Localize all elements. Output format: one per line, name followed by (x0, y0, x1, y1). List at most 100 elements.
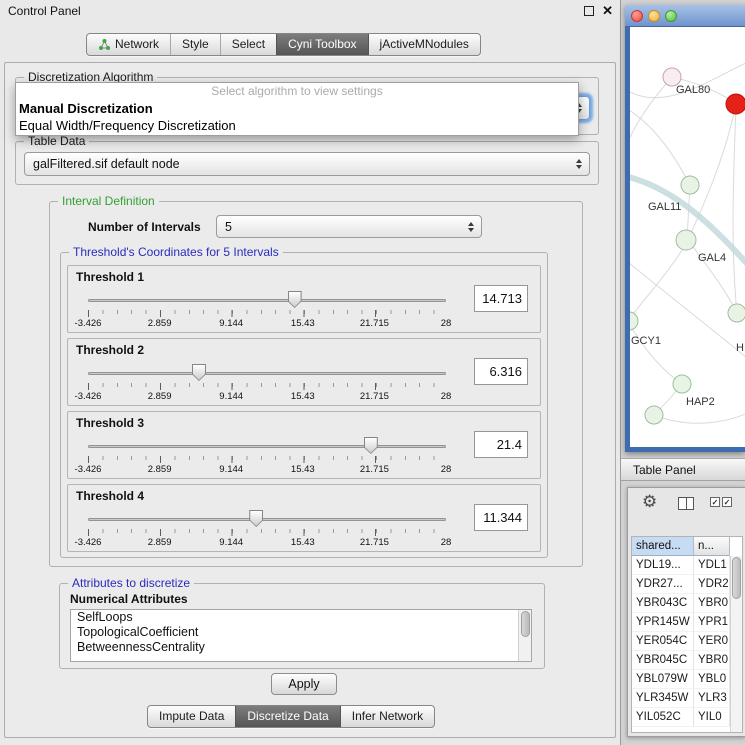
node-table: shared... n... YDL19...YDL1YDR27...YDR2Y… (631, 536, 743, 733)
slider-scale: -3.4262.8599.14415.4321.71528 (88, 318, 446, 330)
scale-label: 28 (441, 537, 452, 548)
table-toolbar: ⚙ ✓✓ (628, 488, 745, 532)
slider-track (88, 372, 446, 375)
table-row[interactable]: YBR045CYBR0 (632, 651, 730, 670)
network-node[interactable] (630, 312, 638, 330)
attributes-group: Attributes to discretize Numerical Attri… (59, 583, 545, 669)
tab-impute-data[interactable]: Impute Data (148, 706, 235, 727)
network-node[interactable] (676, 230, 696, 250)
tab-cyni-toolbox[interactable]: Cyni Toolbox (276, 34, 367, 55)
columns-icon[interactable] (678, 497, 694, 510)
threshold-value-field[interactable]: 21.4 (474, 431, 528, 458)
list-item[interactable]: BetweennessCentrality (71, 640, 531, 655)
popup-item[interactable]: Manual Discretization (16, 100, 578, 117)
panel-title: Control Panel (8, 4, 81, 18)
network-node[interactable] (645, 406, 663, 424)
network-window-titlebar[interactable] (625, 5, 745, 27)
table-cell: YBR0 (694, 651, 730, 670)
scrollbar-thumb[interactable] (732, 557, 741, 599)
zoom-button[interactable] (665, 10, 677, 22)
slider-scale: -3.4262.8599.14415.4321.71528 (88, 391, 446, 403)
threshold-value-field[interactable]: 14.713 (474, 285, 528, 312)
bottom-tab-bar: Impute Data Discretize Data Infer Networ… (147, 705, 435, 728)
table-row[interactable]: YBR043CYBR0 (632, 594, 730, 613)
close-panel-icon[interactable]: ✕ (602, 3, 613, 19)
table-cell: YLR345W (632, 689, 694, 708)
network-icon (98, 38, 111, 51)
tab-select[interactable]: Select (220, 34, 276, 55)
apply-button[interactable]: Apply (271, 673, 337, 695)
table-row[interactable]: YIL052CYIL0 (632, 708, 730, 727)
table-row[interactable]: YDL19...YDL1 (632, 556, 730, 575)
threshold-slider[interactable]: -3.4262.8599.14415.4321.71528 (88, 509, 446, 551)
slider-ticks (88, 456, 446, 463)
close-button[interactable] (631, 10, 643, 22)
minimize-button[interactable] (648, 10, 660, 22)
slider-thumb[interactable] (288, 291, 302, 308)
table-cell: YDL19... (632, 556, 694, 575)
popup-items: Manual DiscretizationEqual Width/Frequen… (16, 100, 578, 134)
select-columns-icon[interactable]: ✓✓ (710, 497, 732, 507)
scale-label: 28 (441, 391, 452, 402)
network-node[interactable] (681, 176, 699, 194)
table-data-combobox[interactable]: galFiltered.sif default node (24, 152, 590, 176)
table-scrollbar[interactable] (730, 556, 742, 732)
float-window-icon[interactable] (584, 6, 594, 16)
numerical-attributes-list[interactable]: SelfLoopsTopologicalCoefficientBetweenne… (70, 609, 532, 662)
gear-icon[interactable]: ⚙ (642, 492, 657, 512)
list-item[interactable]: TopologicalCoefficient (71, 625, 531, 640)
list-item[interactable]: SelfLoops (71, 610, 531, 625)
popup-placeholder: Select algorithm to view settings (16, 83, 578, 100)
slider-thumb[interactable] (192, 364, 206, 381)
threshold-row: Threshold 3-3.4262.8599.14415.4321.71528… (67, 411, 541, 479)
table-row[interactable]: YDR27...YDR2 (632, 575, 730, 594)
slider-thumb[interactable] (364, 437, 378, 454)
network-window: GAL80 GAL11 GAL4 GCY1 HAP2 H (625, 5, 745, 452)
table-row[interactable]: YLR345WYLR3 (632, 689, 730, 708)
scale-label: 21.715 (360, 391, 389, 402)
scrollbar-thumb[interactable] (521, 611, 530, 637)
threshold-slider[interactable]: -3.4262.8599.14415.4321.71528 (88, 436, 446, 478)
table-cell: YBR045C (632, 651, 694, 670)
selected-node[interactable] (726, 94, 745, 114)
threshold-value-field[interactable]: 11.344 (474, 504, 528, 531)
scale-label: -3.426 (75, 537, 102, 548)
tab-infer-network[interactable]: Infer Network (340, 706, 434, 727)
threshold-row: Threshold 4-3.4262.8599.14415.4321.71528… (67, 484, 541, 552)
threshold-slider[interactable]: -3.4262.8599.14415.4321.71528 (88, 363, 446, 405)
scale-label: 28 (441, 464, 452, 475)
slider-thumb[interactable] (249, 510, 263, 527)
table-cell: YER054C (632, 632, 694, 651)
list-scrollbar[interactable] (518, 610, 531, 661)
tab-network[interactable]: Network (87, 34, 170, 55)
network-node[interactable] (728, 304, 745, 322)
combo-arrows-icon (468, 222, 474, 232)
network-node[interactable] (673, 375, 691, 393)
table-cell: YER0 (694, 632, 730, 651)
threshold-label: Threshold 2 (76, 343, 144, 357)
num-intervals-combobox[interactable]: 5 (216, 215, 482, 238)
tab-style[interactable]: Style (170, 34, 220, 55)
table-cell: YBR0 (694, 594, 730, 613)
table-row[interactable]: YBL079WYBL0 (632, 670, 730, 689)
slider-thumb-face (365, 438, 377, 453)
table-row[interactable]: YER054CYER0 (632, 632, 730, 651)
scale-label: 2.859 (148, 318, 172, 329)
column-header-name[interactable]: n... (694, 537, 730, 556)
threshold-value-field[interactable]: 6.316 (474, 358, 528, 385)
top-tab-bar: Network Style Select Cyni Toolbox jActiv… (86, 33, 481, 56)
slider-thumb-face (250, 511, 262, 526)
tab-discretize-data[interactable]: Discretize Data (235, 706, 339, 727)
table-cell: YDL1 (694, 556, 730, 575)
table-cell: YDR27... (632, 575, 694, 594)
control-panel-titlebar: Control Panel ✕ (0, 0, 620, 22)
tab-jactivemnodules[interactable]: jActiveMNodules (368, 34, 480, 55)
threshold-row: Threshold 1-3.4262.8599.14415.4321.71528… (67, 265, 541, 333)
scale-label: 9.144 (219, 537, 243, 548)
column-header-shared-name[interactable]: shared... (632, 537, 694, 556)
threshold-slider[interactable]: -3.4262.8599.14415.4321.71528 (88, 290, 446, 332)
scale-label: 15.43 (291, 537, 315, 548)
table-row[interactable]: YPR145WYPR1 (632, 613, 730, 632)
network-canvas[interactable]: GAL80 GAL11 GAL4 GCY1 HAP2 H (630, 27, 745, 447)
popup-item[interactable]: Equal Width/Frequency Discretization (16, 117, 578, 134)
